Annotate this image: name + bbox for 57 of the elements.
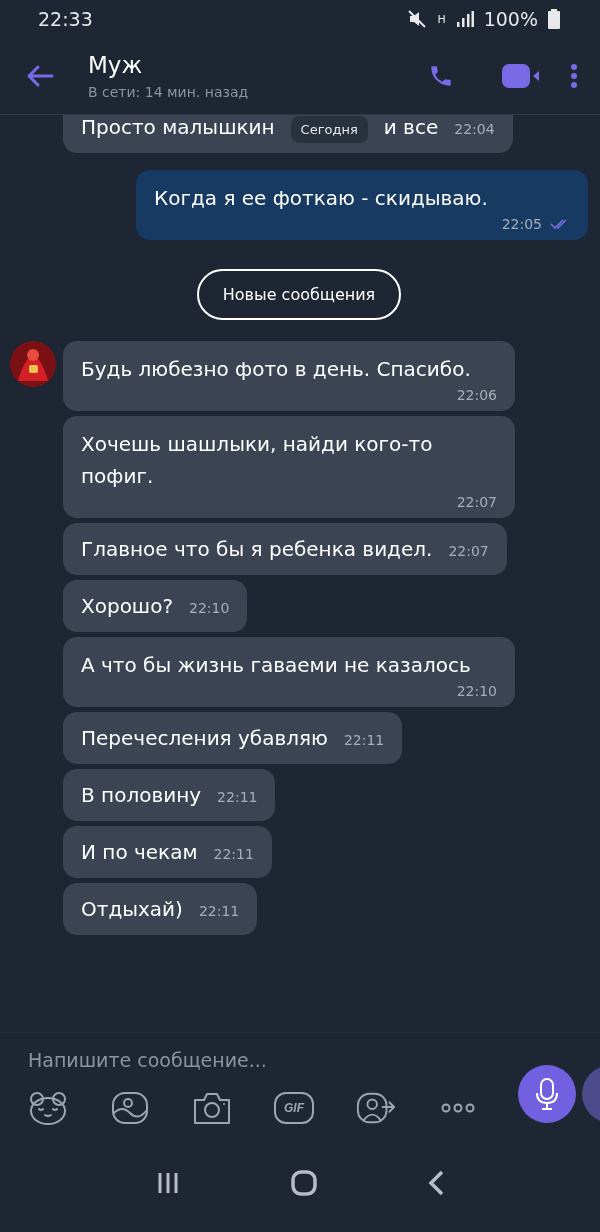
message-time: 22:10	[189, 600, 230, 616]
date-label: Сегодня	[290, 116, 368, 143]
last-seen: В сети: 14 мин. назад	[88, 84, 249, 100]
message-time: 22:11	[213, 846, 254, 862]
message-text: Хочешь шашлыки, найди кого-то пофиг.	[81, 431, 434, 490]
new-messages-divider: Новые сообщения	[196, 269, 402, 320]
message-time: 22:04	[454, 121, 495, 137]
message-time: 22:06	[455, 387, 497, 403]
camera-icon	[192, 1091, 232, 1125]
back-arrow-icon	[26, 64, 54, 88]
video-camera-icon	[502, 63, 540, 89]
video-call-button[interactable]	[502, 63, 540, 89]
gallery-button[interactable]	[110, 1089, 150, 1127]
menu-icon	[570, 63, 578, 89]
message-input[interactable]: Напишите сообщение...	[28, 1045, 468, 1075]
call-button[interactable]	[428, 63, 454, 89]
microphone-icon	[535, 1077, 559, 1111]
gif-button[interactable]: GIF	[274, 1092, 314, 1124]
bear-face-icon	[28, 1090, 68, 1126]
message-time: 22:05	[154, 216, 570, 232]
signal-icon	[455, 10, 474, 28]
home-button[interactable]	[291, 1170, 317, 1196]
message-time: 22:11	[217, 789, 258, 805]
chat-title: Муж	[88, 52, 144, 78]
message-text: Главное что бы я ребенка видел.	[81, 536, 433, 563]
mute-icon	[407, 9, 428, 29]
message-text: Просто малышкин	[81, 115, 275, 141]
message-text: Перечесления убавляю	[81, 725, 328, 752]
menu-button[interactable]	[570, 63, 578, 89]
home-icon	[291, 1170, 317, 1196]
message-text: И по чекам	[81, 839, 198, 866]
message-text: А что бы жизнь гаваеми не казалось	[81, 652, 471, 679]
battery-level: 100%	[483, 8, 538, 30]
back-button[interactable]	[26, 64, 54, 88]
phone-icon	[428, 63, 454, 89]
message-text: В половину	[81, 782, 202, 809]
message-time: 22:11	[343, 732, 385, 748]
clock: 22:33	[38, 8, 93, 30]
more-icon	[441, 1103, 475, 1113]
message-time: 22:07	[455, 494, 497, 510]
message-text: Будь любезно фото в день. Спасибо.	[81, 356, 471, 383]
back-nav-button[interactable]	[428, 1170, 445, 1196]
message-text: Когда я ее фоткаю - скидываю.	[154, 185, 488, 212]
image-icon	[111, 1091, 149, 1125]
message-text: Отдыхай)	[81, 896, 183, 923]
battery-icon	[548, 9, 560, 29]
message-time: 22:10	[455, 683, 497, 699]
microphone-button[interactable]	[518, 1065, 576, 1123]
sticker-button[interactable]	[28, 1089, 68, 1127]
message-text: и все	[383, 115, 439, 141]
message-time: 22:11	[198, 903, 240, 919]
message-time: 22:07	[448, 543, 489, 559]
person-arrow-icon	[356, 1091, 396, 1125]
back-icon	[428, 1170, 445, 1196]
avatar[interactable]	[10, 341, 56, 387]
network-type: H	[437, 12, 446, 26]
message-text: Хорошо?	[81, 593, 174, 620]
